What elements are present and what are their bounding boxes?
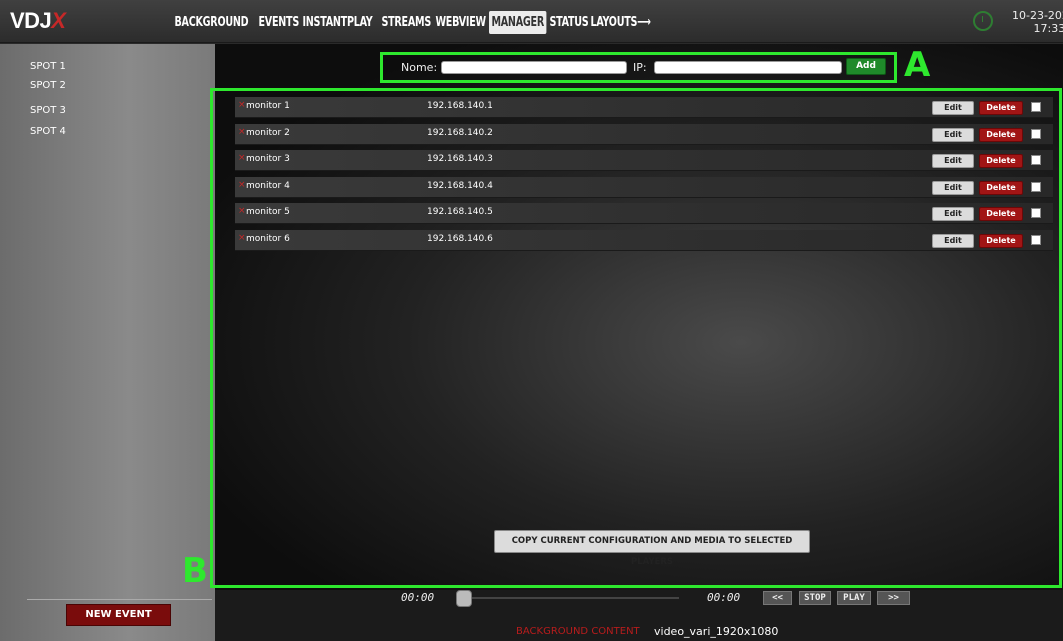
time-start: 00:00: [401, 591, 435, 604]
monitor-name: monitor 4: [246, 181, 290, 191]
new-event-button[interactable]: NEW EVENT: [66, 604, 171, 626]
time-end: 00:00: [707, 591, 741, 604]
nav-instantplay[interactable]: INSTANTPLAY: [300, 11, 375, 34]
background-content-value: video_vari_1920x1080: [654, 625, 779, 638]
select-checkbox[interactable]: [1031, 102, 1041, 112]
remove-icon[interactable]: ×: [238, 206, 246, 216]
sidebar-item-spot-1[interactable]: SPOT 1: [30, 61, 66, 72]
monitor-name: monitor 2: [246, 128, 290, 138]
table-row: × monitor 4 192.168.140.4 Edit Delete: [235, 177, 1053, 198]
select-checkbox[interactable]: [1031, 129, 1041, 139]
delete-button[interactable]: Delete: [979, 128, 1023, 142]
nav-events[interactable]: EVENTS: [256, 11, 301, 34]
nav-status[interactable]: STATUS: [547, 11, 591, 34]
edit-button[interactable]: Edit: [932, 207, 974, 221]
table-row: × monitor 5 192.168.140.5 Edit Delete: [235, 203, 1053, 224]
delete-button[interactable]: Delete: [979, 207, 1023, 221]
sidebar-item-spot-3[interactable]: SPOT 3: [30, 105, 66, 116]
delete-button[interactable]: Delete: [979, 154, 1023, 168]
ip-label: IP:: [633, 61, 647, 74]
edit-button[interactable]: Edit: [932, 128, 974, 142]
name-input[interactable]: [441, 61, 627, 74]
monitor-ip: 192.168.140.4: [427, 181, 493, 191]
monitor-name: monitor 1: [246, 101, 290, 111]
remove-icon[interactable]: ×: [238, 233, 246, 243]
edit-button[interactable]: Edit: [932, 154, 974, 168]
progress-track[interactable]: [465, 597, 679, 599]
top-bar: VDJX BACKGROUND EVENTS INSTANTPLAY STREA…: [0, 0, 1063, 43]
previous-button[interactable]: <<: [763, 591, 792, 605]
edit-button[interactable]: Edit: [932, 101, 974, 115]
time-text: 17:33:: [1033, 22, 1063, 35]
monitor-name: monitor 6: [246, 234, 290, 244]
monitor-ip: 192.168.140.6: [427, 234, 493, 244]
delete-button[interactable]: Delete: [979, 234, 1023, 248]
copy-config-button[interactable]: COPY CURRENT CONFIGURATION AND MEDIA TO …: [494, 530, 810, 567]
sidebar-divider: [27, 599, 212, 600]
select-checkbox[interactable]: [1031, 208, 1041, 218]
marker-b: B: [182, 551, 208, 591]
nav-manager[interactable]: MANAGER: [488, 10, 547, 34]
clock-icon: [973, 11, 993, 31]
stop-button[interactable]: STOP: [799, 591, 831, 605]
remove-icon[interactable]: ×: [238, 100, 246, 110]
play-button[interactable]: PLAY: [837, 591, 871, 605]
table-row: × monitor 1 192.168.140.1 Edit Delete: [235, 97, 1053, 118]
ip-input[interactable]: [654, 61, 842, 74]
next-button[interactable]: >>: [877, 591, 910, 605]
remove-icon[interactable]: ×: [238, 180, 246, 190]
delete-button[interactable]: Delete: [979, 181, 1023, 195]
monitor-name: monitor 5: [246, 207, 290, 217]
table-row: × monitor 6 192.168.140.6 Edit Delete: [235, 230, 1053, 251]
table-row: × monitor 2 192.168.140.2 Edit Delete: [235, 124, 1053, 145]
select-checkbox[interactable]: [1031, 155, 1041, 165]
nav-layouts[interactable]: LAYOUTS⟶: [588, 11, 653, 34]
date-text: 10-23-202: [1012, 9, 1063, 22]
nav-streams[interactable]: STREAMS: [379, 11, 433, 34]
remove-icon[interactable]: ×: [238, 127, 246, 137]
date-time: 10-23-202 17:33:: [1012, 9, 1063, 35]
edit-button[interactable]: Edit: [932, 234, 974, 248]
background-content-label: BACKGROUND CONTENT: [516, 626, 640, 637]
app-logo: VDJX: [10, 8, 66, 33]
sidebar-item-spot-2[interactable]: SPOT 2: [30, 80, 66, 91]
nav-webview[interactable]: WEBVIEW: [433, 11, 488, 34]
main-nav: BACKGROUND EVENTS INSTANTPLAY STREAMS WE…: [172, 9, 656, 35]
monitor-ip: 192.168.140.5: [427, 207, 493, 217]
delete-button[interactable]: Delete: [979, 101, 1023, 115]
select-checkbox[interactable]: [1031, 235, 1041, 245]
monitor-ip: 192.168.140.2: [427, 128, 493, 138]
marker-a: A: [904, 45, 931, 85]
monitor-ip: 192.168.140.3: [427, 154, 493, 164]
nav-background[interactable]: BACKGROUND: [172, 11, 251, 34]
progress-knob[interactable]: [456, 590, 472, 607]
remove-icon[interactable]: ×: [238, 153, 246, 163]
select-checkbox[interactable]: [1031, 182, 1041, 192]
edit-button[interactable]: Edit: [932, 181, 974, 195]
table-row: × monitor 3 192.168.140.3 Edit Delete: [235, 150, 1053, 171]
monitor-name: monitor 3: [246, 154, 290, 164]
monitor-ip: 192.168.140.1: [427, 101, 493, 111]
add-button[interactable]: Add: [846, 58, 886, 75]
name-label: Nome:: [401, 61, 438, 74]
sidebar-item-spot-4[interactable]: SPOT 4: [30, 126, 66, 137]
